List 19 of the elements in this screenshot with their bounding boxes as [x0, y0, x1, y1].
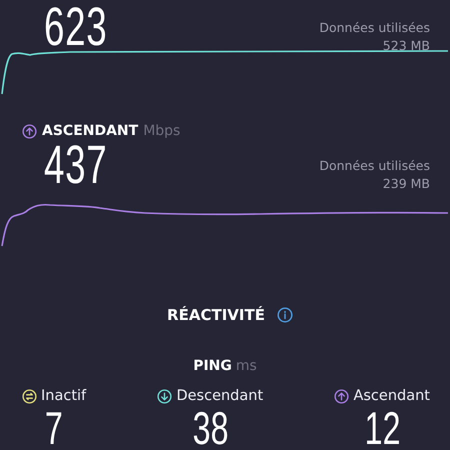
ping-value: 38: [192, 406, 228, 450]
ping-value: 7: [45, 406, 64, 450]
ping-label: Descendant: [176, 388, 264, 404]
upload-icon: [22, 124, 37, 138]
section-title: RÉACTIVITÉ: [167, 306, 265, 324]
data-usage-value: 239 MB: [382, 175, 430, 193]
unit-label: Mbps: [143, 123, 180, 139]
data-usage-value: 523 MB: [382, 37, 430, 55]
unit-label: ms: [236, 358, 257, 374]
data-usage-label: Données utilisées: [319, 19, 430, 37]
ping-label: Inactif: [41, 388, 86, 404]
section-title: ASCENDANT: [42, 123, 138, 139]
ping-label: Ascendant: [353, 388, 430, 404]
upload-speed: 437: [44, 138, 108, 192]
data-usage-label: Données utilisées: [319, 157, 430, 175]
info-icon: [276, 307, 293, 323]
section-title: PING: [193, 358, 232, 374]
ping-value: 12: [364, 406, 400, 450]
download-speed: 623: [44, 0, 108, 54]
